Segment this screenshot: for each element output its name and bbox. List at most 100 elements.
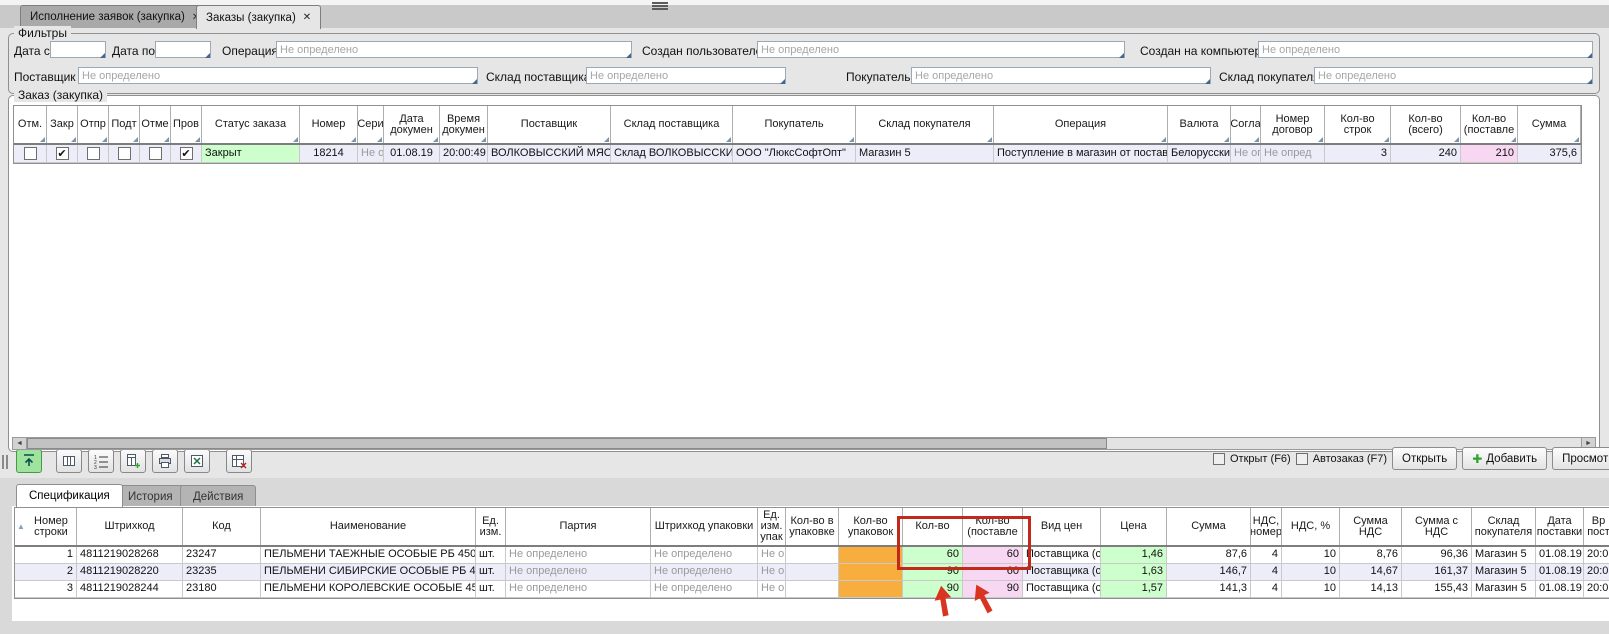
grid-cell[interactable]: 18214 <box>300 145 358 162</box>
grid-cell[interactable] <box>109 145 140 162</box>
grid-cell[interactable] <box>786 547 839 563</box>
print-button[interactable] <box>152 449 178 473</box>
grid-cell[interactable]: Поступление в магазин от поставщик <box>994 145 1168 162</box>
grid-cell[interactable]: ПЕЛЬМЕНИ СИБИРСКИЕ ОСОБЫЕ РБ 45 <box>261 564 476 580</box>
grid-cell[interactable]: Не определено <box>651 564 758 580</box>
grid-cell[interactable]: Не опр <box>1231 145 1261 162</box>
export-excel-button[interactable] <box>184 449 210 473</box>
grid-cell[interactable]: 4811219028244 <box>77 581 183 597</box>
supplier-warehouse-input[interactable] <box>586 67 786 84</box>
grid-cell[interactable]: 01.08.19 <box>1536 564 1584 580</box>
grid-cell[interactable]: Белорусский <box>1168 145 1231 162</box>
row-checkbox[interactable] <box>87 147 100 160</box>
grid-cell[interactable]: 90 <box>903 581 963 597</box>
grid-cell[interactable]: 161,37 <box>1402 564 1472 580</box>
tab-close-icon[interactable]: ✕ <box>303 12 311 23</box>
column-header[interactable]: Кол-во упаковок <box>839 508 903 545</box>
column-header[interactable]: Кол-во в упаковке <box>786 508 839 545</box>
grid-cell[interactable]: 20:0 <box>1584 581 1609 597</box>
open-f6-checkbox[interactable] <box>1213 453 1225 465</box>
grid-cell[interactable]: Не определено <box>506 564 651 580</box>
grid-cell[interactable]: 1,63 <box>1101 564 1167 580</box>
column-header[interactable]: Цена <box>1101 508 1167 545</box>
grid-cell[interactable]: 60 <box>903 547 963 563</box>
row-checkbox[interactable] <box>118 147 131 160</box>
grid-cell[interactable]: 4 <box>1251 581 1282 597</box>
grid-cell[interactable]: 14,13 <box>1340 581 1402 597</box>
row-checkbox[interactable]: ✔ <box>56 147 69 160</box>
grid-cell[interactable]: Не определено <box>651 547 758 563</box>
add-button[interactable]: ✚ Добавить <box>1462 447 1547 470</box>
column-header[interactable]: Отм. <box>14 106 47 143</box>
grid-cell[interactable]: 87,6 <box>1167 547 1251 563</box>
column-header[interactable]: Код <box>183 508 261 545</box>
grid-cell[interactable]: 10 <box>1282 547 1340 563</box>
autosize-columns-button[interactable] <box>16 449 42 473</box>
grid-settings-button[interactable] <box>226 449 252 473</box>
grid-cell[interactable]: ООО "ЛюксСофтОпт" <box>733 145 856 162</box>
column-header[interactable]: Сумма с НДС <box>1402 508 1472 545</box>
grid-cell[interactable]: 240 <box>1391 145 1461 162</box>
grid-cell[interactable]: 1,46 <box>1101 547 1167 563</box>
grid-cell[interactable]: 20:0 <box>1584 564 1609 580</box>
grid-cell[interactable]: Закрыт <box>202 145 300 162</box>
grid-cell[interactable] <box>839 564 903 580</box>
grid-cell[interactable]: 4811219028220 <box>77 564 183 580</box>
created-by-user-input[interactable] <box>757 41 1125 58</box>
grid-cell[interactable]: ВОЛКОВЫССКИЙ МЯСО <box>488 145 611 162</box>
grid-cell[interactable]: 1,57 <box>1101 581 1167 597</box>
column-header[interactable]: Подт <box>109 106 140 143</box>
grid-cell[interactable]: 01.08.19 <box>1536 547 1584 563</box>
grid-cell[interactable]: 2 <box>15 564 77 580</box>
grid-cell[interactable]: Не определено <box>651 581 758 597</box>
column-header[interactable]: Поставщик <box>488 106 611 143</box>
column-header[interactable]: Согла <box>1231 106 1261 143</box>
grid-cell[interactable]: 3 <box>1325 145 1391 162</box>
grid-cell[interactable]: 210 <box>1461 145 1518 162</box>
row-numbering-button[interactable]: 123 <box>88 449 114 473</box>
column-header[interactable]: Отме <box>140 106 171 143</box>
grid-row[interactable]: 1481121902826823247ПЕЛЬМЕНИ ТАЕЖНЫЕ ОСОБ… <box>15 547 1609 564</box>
grid-cell[interactable]: 4 <box>1251 564 1282 580</box>
grid-cell[interactable]: 20:00:49 <box>440 145 488 162</box>
grid-cell[interactable]: Не оп <box>758 564 786 580</box>
column-header[interactable]: Пров <box>171 106 202 143</box>
created-on-computer-input[interactable] <box>1258 41 1593 58</box>
grid-cell[interactable]: 10 <box>1282 564 1340 580</box>
grid-cell[interactable]: Магазин 5 <box>1472 547 1536 563</box>
column-header[interactable]: Кол-во (поставле <box>963 508 1023 545</box>
grid-cell[interactable] <box>14 145 47 162</box>
grid-cell[interactable]: 20:0 <box>1584 547 1609 563</box>
buyer-warehouse-input[interactable] <box>1314 67 1593 84</box>
grid-cell[interactable]: Не о <box>358 145 384 162</box>
column-header[interactable]: Штрихкод упаковки <box>651 508 758 545</box>
column-settings-button[interactable] <box>56 449 82 473</box>
grid-cell[interactable]: 60 <box>963 564 1023 580</box>
operation-input[interactable] <box>276 41 632 58</box>
column-header[interactable]: Покупатель <box>733 106 856 143</box>
column-header[interactable]: Время докумен <box>440 106 488 143</box>
row-checkbox[interactable] <box>149 147 162 160</box>
grid-cell[interactable]: шт. <box>476 581 506 597</box>
grid-cell[interactable]: шт. <box>476 564 506 580</box>
grid-cell[interactable]: 23247 <box>183 547 261 563</box>
grid-cell[interactable]: ПЕЛЬМЕНИ ТАЕЖНЫЕ ОСОБЫЕ РБ 450Г <box>261 547 476 563</box>
calculate-add-button[interactable] <box>120 449 146 473</box>
column-header[interactable]: Номер <box>300 106 358 143</box>
grid-cell[interactable]: Не оп <box>758 547 786 563</box>
column-header[interactable]: Сумма НДС <box>1340 508 1402 545</box>
grid-cell[interactable]: 01.08.19 <box>384 145 440 162</box>
row-checkbox[interactable]: ✔ <box>180 147 193 160</box>
grid-cell[interactable]: 4 <box>1251 547 1282 563</box>
grid-cell[interactable]: шт. <box>476 547 506 563</box>
column-header[interactable]: Кол-во строк <box>1325 106 1391 143</box>
column-header[interactable]: НДС, % <box>1282 508 1340 545</box>
column-header[interactable]: Штрихкод <box>77 508 183 545</box>
column-header[interactable]: Сумма <box>1167 508 1251 545</box>
splitter-handle[interactable] <box>2 455 10 469</box>
scrollbar-thumb[interactable] <box>27 438 1107 449</box>
grid-cell[interactable]: Магазин 5 <box>856 145 994 162</box>
column-header[interactable]: Вид цен <box>1023 508 1101 545</box>
grid-cell[interactable]: Поставщика (с <box>1023 581 1101 597</box>
column-header[interactable]: Сери <box>358 106 384 143</box>
